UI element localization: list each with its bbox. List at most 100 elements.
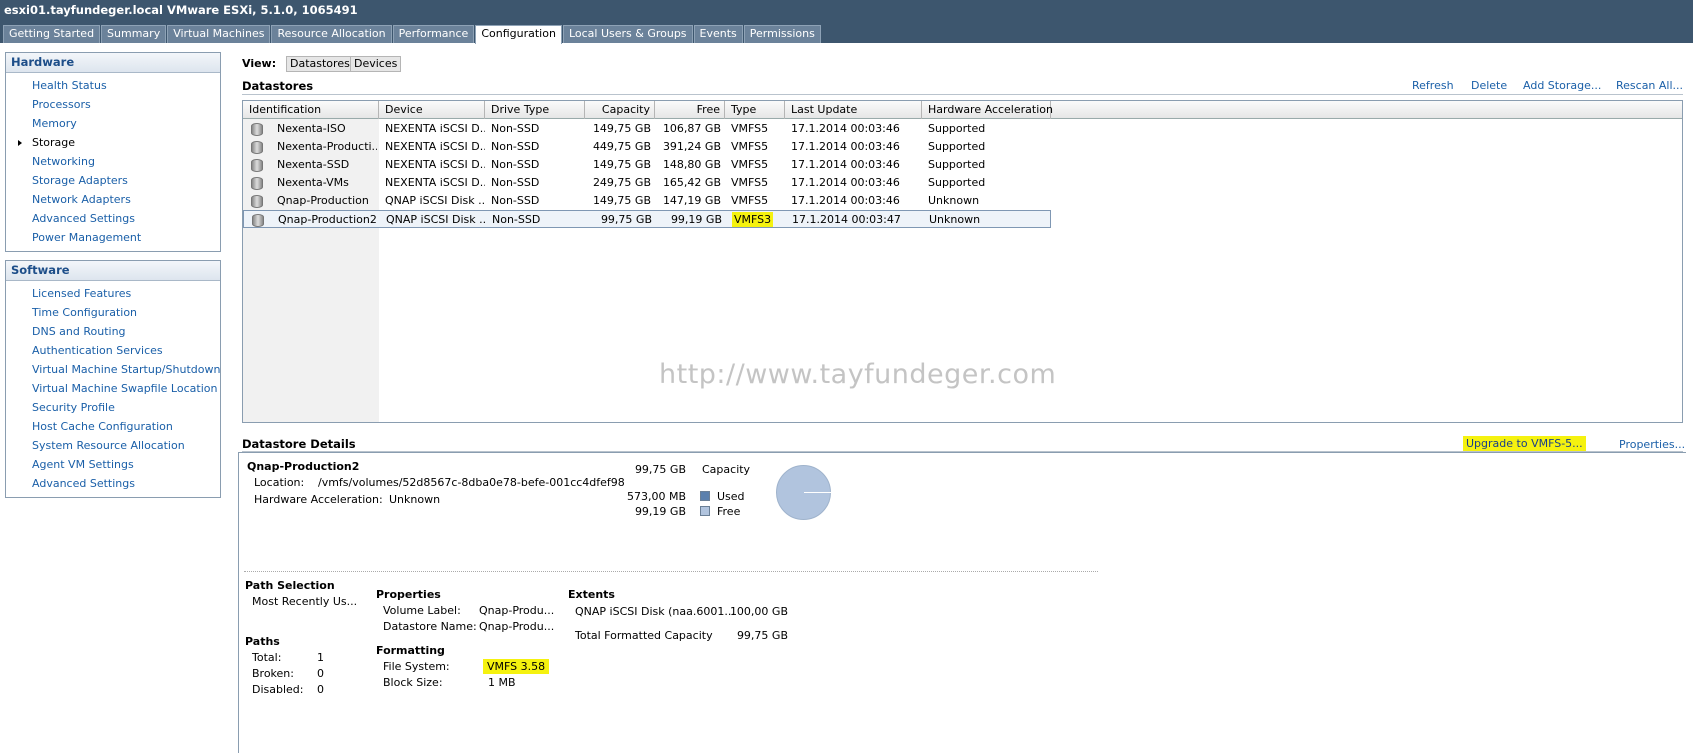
nav-system-resource-allocation[interactable]: System Resource Allocation bbox=[6, 436, 220, 455]
nav-storage[interactable]: Storage bbox=[6, 133, 220, 152]
datastore-icon bbox=[252, 214, 264, 227]
col-free[interactable]: Free bbox=[655, 101, 725, 119]
cell-last-update: 17.1.2014 00:03:46 bbox=[791, 122, 900, 135]
volume-label-label: Volume Label: bbox=[383, 604, 461, 617]
cell-identification: Nexenta-SSD bbox=[277, 158, 350, 171]
cell-free: 99,19 GB bbox=[670, 213, 722, 226]
cell-drive-type: Non-SSD bbox=[491, 140, 540, 153]
cell-type: VMFS5 bbox=[731, 140, 769, 153]
total-formatted-value: 99,75 GB bbox=[736, 629, 788, 642]
col-drive-type[interactable]: Drive Type bbox=[485, 101, 585, 119]
col-capacity[interactable]: Capacity bbox=[585, 101, 655, 119]
nav-authentication-services[interactable]: Authentication Services bbox=[6, 341, 220, 360]
cell-free: 148,80 GB bbox=[662, 158, 721, 171]
tab-getting-started[interactable]: Getting Started bbox=[3, 25, 101, 43]
watermark-text: http://www.tayfundeger.com bbox=[659, 359, 1057, 390]
cell-device: NEXENTA iSCSI D... bbox=[385, 140, 485, 153]
datastore-name-value: Qnap-Produ... bbox=[479, 620, 555, 633]
delete-link[interactable]: Delete bbox=[1471, 79, 1507, 92]
nav-agent-vm-settings[interactable]: Agent VM Settings bbox=[6, 455, 220, 474]
cell-capacity: 449,75 GB bbox=[592, 140, 651, 153]
cell-last-update: 17.1.2014 00:03:46 bbox=[791, 176, 900, 189]
col-identification[interactable]: Identification bbox=[243, 101, 379, 119]
cell-type: VMFS5 bbox=[731, 176, 769, 189]
nav-advanced-settings-hw[interactable]: Advanced Settings bbox=[6, 209, 220, 228]
datastore-details-panel bbox=[238, 452, 1686, 753]
cell-device: NEXENTA iSCSI D... bbox=[385, 122, 485, 135]
extents-title: Extents bbox=[568, 588, 615, 601]
tab-resource-allocation[interactable]: Resource Allocation bbox=[271, 25, 392, 43]
cell-hw-accel: Supported bbox=[928, 122, 986, 135]
paths-total-label: Total: bbox=[252, 651, 282, 664]
tab-local-users-groups[interactable]: Local Users & Groups bbox=[562, 25, 693, 43]
nav-storage-adapters[interactable]: Storage Adapters bbox=[6, 171, 220, 190]
cell-free: 147,19 GB bbox=[662, 194, 721, 207]
cell-drive-type: Non-SSD bbox=[491, 194, 540, 207]
nav-network-adapters[interactable]: Network Adapters bbox=[6, 190, 220, 209]
nav-licensed-features[interactable]: Licensed Features bbox=[6, 284, 220, 303]
block-size-value: 1 MB bbox=[488, 676, 516, 689]
col-last-update[interactable]: Last Update bbox=[785, 101, 922, 119]
table-row[interactable]: Nexenta-SSD NEXENTA iSCSI D... Non-SSD 149,… bbox=[243, 156, 1051, 174]
table-row[interactable]: Qnap-Production QNAP iSCSI Disk ... Non-SS… bbox=[243, 192, 1051, 210]
datastores-title: Datastores bbox=[242, 79, 314, 93]
hw-accel-value: Unknown bbox=[389, 493, 441, 506]
hardware-panel: Hardware Health Status Processors Memory… bbox=[5, 52, 221, 252]
tab-summary[interactable]: Summary bbox=[101, 25, 167, 43]
upgrade-vmfs5-link[interactable]: Upgrade to VMFS-5... bbox=[1463, 436, 1586, 451]
add-storage-link[interactable]: Add Storage... bbox=[1523, 79, 1601, 92]
nav-host-cache-configuration[interactable]: Host Cache Configuration bbox=[6, 417, 220, 436]
extent-size: 100,00 GB bbox=[729, 605, 788, 618]
paths-title: Paths bbox=[245, 635, 280, 648]
nav-vm-swapfile-location[interactable]: Virtual Machine Swapfile Location bbox=[6, 379, 220, 398]
col-type[interactable]: Type bbox=[725, 101, 785, 119]
capacity-pie-chart bbox=[776, 465, 831, 520]
cell-hw-accel: Supported bbox=[928, 158, 986, 171]
view-label: View: bbox=[242, 57, 277, 70]
nav-processors[interactable]: Processors bbox=[6, 95, 220, 114]
table-row[interactable]: Qnap-Production2 QNAP iSCSI Disk ... Non-S… bbox=[243, 210, 1051, 228]
details-title: Datastore Details bbox=[242, 437, 356, 451]
nav-health-status[interactable]: Health Status bbox=[6, 76, 220, 95]
path-selection-title: Path Selection bbox=[245, 579, 335, 592]
capacity-value: 99,75 GB bbox=[634, 463, 686, 476]
cell-type: VMFS3 bbox=[732, 211, 774, 229]
nav-vm-startup-shutdown[interactable]: Virtual Machine Startup/Shutdown bbox=[6, 360, 220, 379]
rescan-all-link[interactable]: Rescan All... bbox=[1616, 79, 1683, 92]
free-label: Free bbox=[717, 505, 741, 518]
extent-name: QNAP iSCSI Disk (naa.6001... bbox=[575, 605, 735, 618]
nav-security-profile[interactable]: Security Profile bbox=[6, 398, 220, 417]
tab-virtual-machines[interactable]: Virtual Machines bbox=[167, 25, 271, 43]
nav-dns-routing[interactable]: DNS and Routing bbox=[6, 322, 220, 341]
nav-power-management[interactable]: Power Management bbox=[6, 228, 220, 247]
nav-memory[interactable]: Memory bbox=[6, 114, 220, 133]
datastore-icon bbox=[251, 159, 263, 172]
datastores-view-button[interactable]: Datastores bbox=[286, 56, 354, 72]
nav-time-configuration[interactable]: Time Configuration bbox=[6, 303, 220, 322]
cell-free: 106,87 GB bbox=[662, 122, 721, 135]
datastore-icon bbox=[251, 141, 263, 154]
tab-permissions[interactable]: Permissions bbox=[743, 25, 821, 43]
table-row[interactable]: Nexenta-VMs NEXENTA iSCSI D... Non-SSD 249,… bbox=[243, 174, 1051, 192]
devices-view-button[interactable]: Devices bbox=[350, 56, 402, 72]
total-formatted-label: Total Formatted Capacity bbox=[575, 629, 713, 642]
nav-networking[interactable]: Networking bbox=[6, 152, 220, 171]
tab-configuration[interactable]: Configuration bbox=[475, 25, 562, 44]
cell-free: 391,24 GB bbox=[662, 140, 721, 153]
cell-type: VMFS5 bbox=[731, 158, 769, 171]
table-row[interactable]: Nexenta-ISO NEXENTA iSCSI D... Non-SSD 149,… bbox=[243, 120, 1051, 138]
tab-performance[interactable]: Performance bbox=[392, 25, 475, 43]
tab-events[interactable]: Events bbox=[693, 25, 743, 43]
tab-strip: Getting Started Summary Virtual Machines… bbox=[3, 25, 822, 44]
cell-type: VMFS5 bbox=[731, 122, 769, 135]
refresh-link[interactable]: Refresh bbox=[1412, 79, 1454, 92]
properties-link[interactable]: Properties... bbox=[1619, 438, 1685, 451]
cell-last-update: 17.1.2014 00:03:46 bbox=[791, 140, 900, 153]
table-row[interactable]: Nexenta-Producti... NEXENTA iSCSI D... Non… bbox=[243, 138, 1051, 156]
col-hardware-acceleration[interactable]: Hardware Acceleration bbox=[922, 101, 1053, 119]
used-swatch bbox=[700, 491, 710, 501]
col-device[interactable]: Device bbox=[379, 101, 485, 119]
nav-advanced-settings-sw[interactable]: Advanced Settings bbox=[6, 474, 220, 493]
used-slice bbox=[804, 492, 831, 493]
cell-free: 165,42 GB bbox=[662, 176, 721, 189]
